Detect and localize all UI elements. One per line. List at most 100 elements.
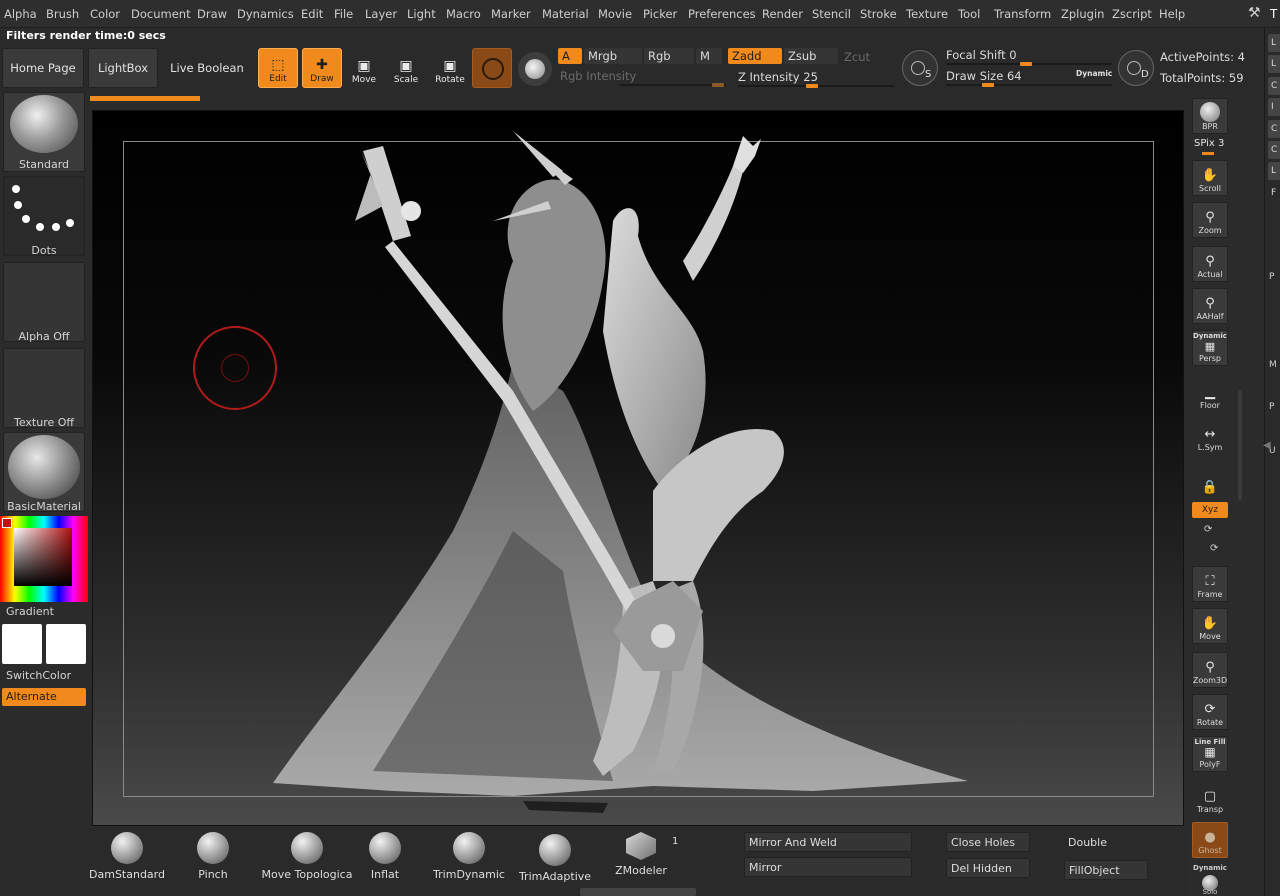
menu-zplugin[interactable]: Zplugin [1061,7,1104,21]
menu-marker[interactable]: Marker [491,7,531,21]
fill-object-button[interactable]: FillObject [1064,860,1148,880]
bpr-button[interactable]: BPR [1192,98,1228,134]
menu-material[interactable]: Material [542,7,589,21]
spix-slider-knob[interactable] [1202,152,1214,155]
zmodeler-brush[interactable]: ZModeler [606,832,676,877]
menu-draw[interactable]: Draw [197,7,227,21]
tray-side-1[interactable]: P [1269,272,1274,282]
aahalf-button[interactable]: ⚲ AAHalf [1192,288,1228,324]
mrgb-toggle[interactable]: Mrgb [584,48,642,64]
menu-document[interactable]: Document [131,7,191,21]
move-topological-brush[interactable]: Move Topologica [262,832,352,881]
double-button[interactable]: Double [1064,832,1148,852]
zcut-toggle[interactable]: Zcut [844,50,870,64]
secondary-color-swatch[interactable] [46,624,86,664]
spix-group[interactable]: SPix 3 [1194,138,1224,149]
scale-button[interactable]: ▣ Scale [386,48,426,88]
tray-tab-8[interactable]: F [1268,184,1280,202]
brush-thumbnail-button[interactable] [472,48,512,88]
polyf-button[interactable]: Line Fill ▦ PolyF [1192,736,1228,772]
close-holes-button[interactable]: Close Holes [946,832,1030,852]
damstandard-brush[interactable]: DamStandard [89,832,165,881]
a-toggle[interactable]: A [558,48,582,64]
actual-button[interactable]: ⚲ Actual [1192,246,1228,282]
rotate-button[interactable]: ▣ Rotate [430,48,470,88]
draw-size-knob[interactable] [982,83,994,87]
rgb-intensity-knob[interactable] [712,83,724,87]
tray-tab-4[interactable]: I [1268,98,1280,116]
menu-layer[interactable]: Layer [365,7,397,21]
draw-size-slider[interactable] [946,84,1112,86]
tray-side-2[interactable]: M [1269,360,1277,370]
lsym-button[interactable]: ↔ L.Sym [1192,418,1228,454]
document-canvas[interactable] [92,110,1184,826]
focal-shift-knob[interactable] [1020,62,1032,66]
edit-button[interactable]: ⬚ Edit [258,48,298,88]
tray-tab-3[interactable]: C [1268,77,1280,95]
tray-tab-1[interactable]: L [1268,34,1280,52]
tray-tab-7[interactable]: L [1268,162,1280,180]
gradient-label[interactable]: Gradient [6,605,54,618]
lock-button[interactable]: 🔒 [1192,462,1228,498]
scroll-button[interactable]: ✋ Scroll [1192,160,1228,196]
sculpt-model[interactable] [93,111,1184,826]
menu-macro[interactable]: Macro [446,7,481,21]
lightbox-button[interactable]: LightBox [88,48,158,88]
rotate-y-icon[interactable]: ⟳ [1204,524,1212,535]
tray-tab-5[interactable]: C [1268,120,1280,138]
rgb-intensity-slider[interactable] [620,84,726,86]
lazy-mouse-d-button[interactable]: D [1118,50,1154,86]
menu-stroke[interactable]: Stroke [860,7,897,21]
menu-stencil[interactable]: Stencil [812,7,851,21]
zadd-toggle[interactable]: Zadd [728,48,782,64]
menu-dynamics[interactable]: Dynamics [237,7,294,21]
pinch-brush[interactable]: Pinch [178,832,248,881]
frame-button[interactable]: ⛶ Frame [1192,566,1228,602]
move-button[interactable]: ▣ Move [344,48,384,88]
alternate-button[interactable]: Alternate [2,688,86,706]
m-toggle[interactable]: M [696,48,722,64]
switch-color-button[interactable]: SwitchColor [6,669,71,682]
menu-brush[interactable]: Brush [46,7,79,21]
menu-texture[interactable]: Texture [906,7,948,21]
rotate-z-icon[interactable]: ⟳ [1210,543,1218,554]
draw-button[interactable]: ✚ Draw [302,48,342,88]
rotate-view-button[interactable]: ⟳ Rotate [1192,694,1228,730]
home-page-button[interactable]: Home Page [2,48,84,88]
persp-button[interactable]: Dynamic ▦ Persp [1192,330,1228,366]
xyz-button[interactable]: Xyz [1192,502,1228,518]
transp-button[interactable]: ▢ Transp [1192,780,1228,816]
menu-edit[interactable]: Edit [301,7,323,21]
zoom-button[interactable]: ⚲ Zoom [1192,202,1228,238]
menu-help[interactable]: Help [1159,7,1185,21]
ghost-button[interactable]: ● Ghost [1192,822,1228,858]
z-intensity-knob[interactable] [806,84,818,88]
trimadaptive-brush[interactable]: TrimAdaptive [519,834,591,883]
menu-alpha[interactable]: Alpha [4,7,37,21]
tray-tab-6[interactable]: C [1268,141,1280,159]
color-saturation-square[interactable] [14,528,72,586]
zoom3d-button[interactable]: ⚲ Zoom3D [1192,652,1228,688]
right-shelf-scrollbar[interactable] [1238,390,1242,500]
tray-tab-2[interactable]: L [1268,55,1280,73]
del-hidden-button[interactable]: Del Hidden [946,858,1030,878]
menu-movie[interactable]: Movie [598,7,632,21]
tray-collapse-arrow-icon[interactable]: ◀ [1263,440,1271,451]
live-boolean-button[interactable]: Live Boolean [162,48,252,88]
bottom-shelf-scroll[interactable] [580,888,696,896]
dynamic-draw-size-toggle[interactable]: Dynamic [1076,69,1112,78]
zsub-toggle[interactable]: Zsub [784,48,838,64]
color-picker[interactable] [0,516,88,602]
menu-preferences[interactable]: Preferences [688,7,756,21]
solo-label[interactable]: Solo [1192,888,1228,896]
menu-file[interactable]: File [334,7,353,21]
menu-color[interactable]: Color [90,7,120,21]
tray-side-3[interactable]: P [1269,402,1274,412]
rgb-toggle[interactable]: Rgb [644,48,694,64]
menu-light[interactable]: Light [407,7,436,21]
mirror-button[interactable]: Mirror [744,857,912,877]
tool-palette-header[interactable]: ⚒ T [1244,0,1280,28]
stroke-button[interactable] [518,52,552,86]
trimdynamic-brush[interactable]: TrimDynamic [433,832,505,881]
move-view-button[interactable]: ✋ Move [1192,608,1228,644]
